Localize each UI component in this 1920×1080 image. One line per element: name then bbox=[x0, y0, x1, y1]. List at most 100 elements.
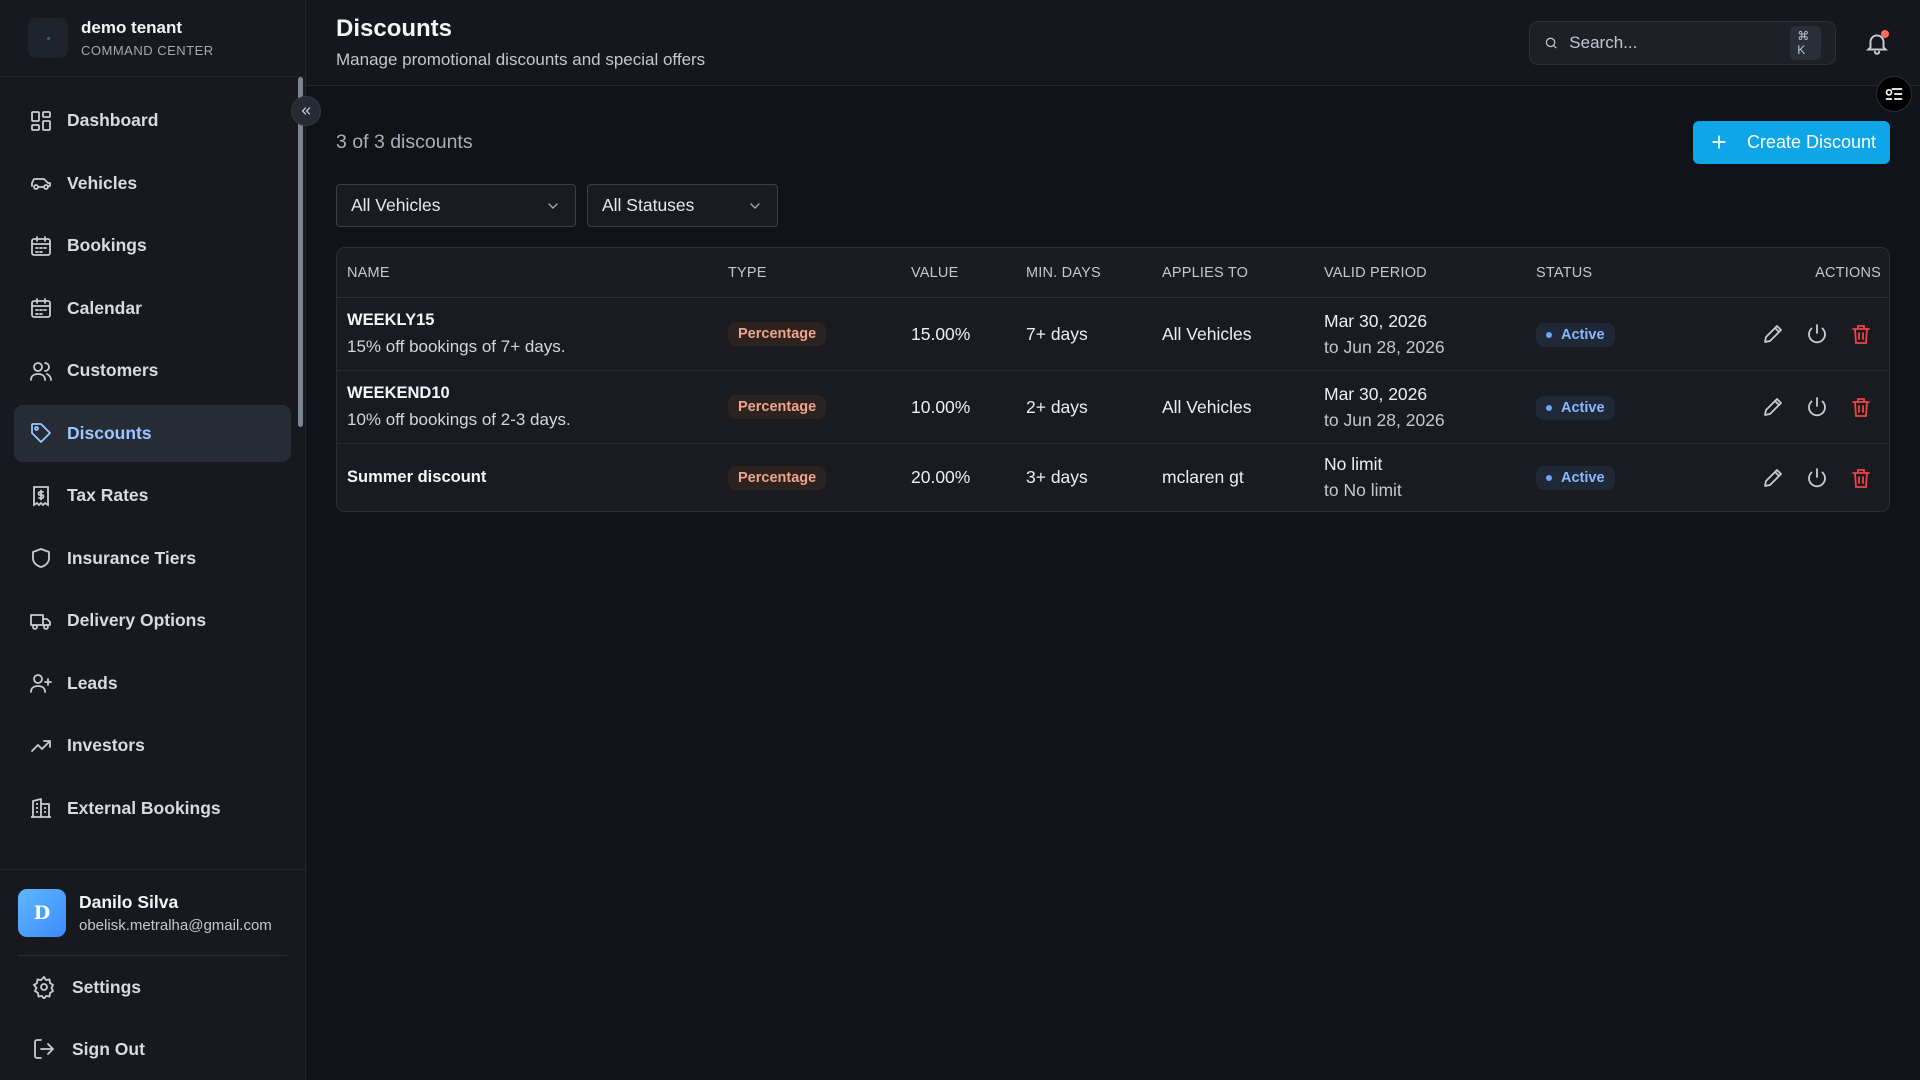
brand-logo bbox=[28, 18, 68, 58]
column-header-min-days[interactable]: MIN. DAYS bbox=[1016, 265, 1152, 281]
trash-icon[interactable] bbox=[1849, 395, 1873, 419]
table-row[interactable]: WEEKLY15 15% off bookings of 7+ days. Pe… bbox=[337, 298, 1889, 371]
table-row[interactable]: Summer discount Percentage 20.00% 3+ day… bbox=[337, 444, 1889, 511]
page-subtitle: Manage promotional discounts and special… bbox=[336, 50, 706, 69]
column-header-valid-period[interactable]: VALID PERIOD bbox=[1314, 265, 1526, 281]
calendar-icon bbox=[31, 298, 51, 318]
log-out-icon bbox=[34, 1039, 54, 1059]
user-email: obelisk.metralha@gmail.com bbox=[79, 916, 272, 934]
user-plus-icon bbox=[30, 674, 52, 693]
trash-icon[interactable] bbox=[1849, 466, 1873, 490]
status-label: Active bbox=[1561, 399, 1605, 416]
discount-name: WEEKEND10 bbox=[347, 384, 450, 402]
sidebar-item-label: Calendar bbox=[67, 297, 142, 318]
power-icon[interactable] bbox=[1805, 322, 1829, 346]
sidebar-item-insurance-tiers[interactable]: Insurance Tiers bbox=[14, 530, 291, 587]
discount-value: 20.00% bbox=[911, 467, 971, 487]
search-box[interactable]: ⌘ K bbox=[1529, 20, 1836, 65]
valid-to: to Jun 28, 2026 bbox=[1324, 409, 1445, 430]
truck-icon bbox=[30, 613, 51, 630]
collapse-sidebar-button[interactable] bbox=[291, 96, 321, 126]
list-filter-icon bbox=[1885, 88, 1903, 100]
sidebar-item-dashboard[interactable]: Dashboard bbox=[14, 92, 291, 149]
sidebar-item-customers[interactable]: Customers bbox=[14, 342, 291, 399]
sidebar-item-label: Dashboard bbox=[67, 110, 159, 130]
min-days: 3+ days bbox=[1026, 467, 1088, 487]
plus-icon bbox=[1712, 135, 1726, 149]
settings-label: Settings bbox=[72, 976, 142, 997]
valid-from: Mar 30, 2026 bbox=[1324, 310, 1428, 331]
sidebar-footer: D Danilo Silva obelisk.metralha@gmail.co… bbox=[0, 869, 305, 1080]
user-profile[interactable]: D Danilo Silva obelisk.metralha@gmail.co… bbox=[18, 870, 287, 956]
status-badge: Active bbox=[1536, 322, 1615, 347]
status-filter-select[interactable]: All Statuses bbox=[587, 184, 778, 227]
page-title: Discounts bbox=[336, 15, 453, 42]
vehicle-filter-value: All Vehicles bbox=[351, 195, 441, 215]
sidebar-scrollbar[interactable] bbox=[298, 77, 303, 427]
discount-value: 10.00% bbox=[911, 396, 971, 417]
valid-to: to No limit bbox=[1324, 480, 1402, 500]
sidebar-item-tax-rates[interactable]: Tax Rates bbox=[14, 467, 291, 524]
receipt-icon bbox=[33, 485, 49, 507]
sidebar-item-delivery-options[interactable]: Delivery Options bbox=[14, 592, 291, 649]
discount-description: 10% off bookings of 2-3 days. bbox=[347, 410, 571, 429]
column-header-name[interactable]: NAME bbox=[337, 265, 718, 281]
users-icon bbox=[30, 361, 52, 381]
status-filter-value: All Statuses bbox=[602, 195, 695, 215]
edit-icon[interactable] bbox=[1761, 395, 1785, 419]
notifications-button[interactable] bbox=[1864, 29, 1890, 56]
settings-link[interactable]: Settings bbox=[18, 956, 287, 1018]
sidebar-item-label: Customers bbox=[67, 360, 159, 380]
sidebar-item-vehicles[interactable]: Vehicles bbox=[14, 155, 291, 212]
brand: demo tenant COMMAND CENTER bbox=[0, 0, 305, 77]
chevrons-left-icon bbox=[301, 107, 311, 115]
edit-icon[interactable] bbox=[1761, 466, 1785, 490]
search-shortcut: ⌘ K bbox=[1790, 25, 1821, 60]
search-icon bbox=[1545, 37, 1557, 48]
type-badge: Percentage bbox=[728, 465, 827, 490]
trending-up-icon bbox=[31, 739, 51, 752]
column-header-value[interactable]: VALUE bbox=[901, 265, 1016, 281]
create-discount-button[interactable]: Create Discount bbox=[1692, 120, 1890, 164]
discount-value: 15.00% bbox=[911, 323, 971, 344]
user-name: Danilo Silva bbox=[79, 891, 179, 912]
status-dot bbox=[1546, 475, 1552, 481]
sidebar-item-investors[interactable]: Investors bbox=[14, 717, 291, 774]
discount-description: 15% off bookings of 7+ days. bbox=[347, 337, 566, 356]
power-icon[interactable] bbox=[1805, 395, 1829, 419]
gear-icon bbox=[32, 975, 55, 999]
sidebar-item-calendar[interactable]: Calendar bbox=[14, 280, 291, 337]
table-row[interactable]: WEEKEND10 10% off bookings of 2-3 days. … bbox=[337, 371, 1889, 444]
trash-icon[interactable] bbox=[1849, 322, 1873, 346]
vehicle-filter-select[interactable]: All Vehicles bbox=[336, 184, 576, 227]
valid-to: to Jun 28, 2026 bbox=[1324, 336, 1445, 357]
sidebar-item-label: Leads bbox=[67, 672, 118, 693]
brand-name: demo tenant bbox=[81, 18, 183, 37]
column-header-applies-to[interactable]: APPLIES TO bbox=[1152, 265, 1314, 281]
edit-icon[interactable] bbox=[1761, 322, 1785, 346]
sidebar-item-discounts[interactable]: Discounts bbox=[14, 404, 291, 462]
calendar-icon bbox=[31, 235, 51, 256]
car-icon bbox=[31, 178, 51, 190]
column-header-type[interactable]: TYPE bbox=[718, 265, 901, 281]
row-actions bbox=[1735, 395, 1889, 419]
sidebar: demo tenant COMMAND CENTER Dashboard Veh… bbox=[0, 0, 321, 1080]
brand-subtitle: COMMAND CENTER bbox=[81, 43, 214, 58]
column-header-status[interactable]: STATUS bbox=[1526, 265, 1735, 281]
applies-to: mclaren gt bbox=[1162, 467, 1244, 487]
applies-to: All Vehicles bbox=[1162, 323, 1252, 344]
discount-name: Summer discount bbox=[347, 468, 487, 486]
power-icon[interactable] bbox=[1805, 466, 1829, 490]
filter-panel-button[interactable] bbox=[1876, 76, 1912, 112]
type-badge: Percentage bbox=[728, 322, 827, 346]
sidebar-item-external-bookings[interactable]: External Bookings bbox=[14, 780, 291, 837]
list-toolbar: 3 of 3 discounts Create Discount bbox=[336, 86, 1890, 184]
search-input[interactable] bbox=[1569, 32, 1791, 53]
sidebar-nav: Dashboard Vehicles Bookings Calendar Cus… bbox=[0, 77, 305, 869]
chevron-down-icon bbox=[548, 202, 558, 209]
avatar: D bbox=[18, 888, 66, 937]
sign-out-link[interactable]: Sign Out bbox=[18, 1018, 287, 1080]
sidebar-item-bookings[interactable]: Bookings bbox=[14, 217, 291, 274]
tag-icon bbox=[31, 423, 51, 443]
sidebar-item-leads[interactable]: Leads bbox=[14, 655, 291, 712]
